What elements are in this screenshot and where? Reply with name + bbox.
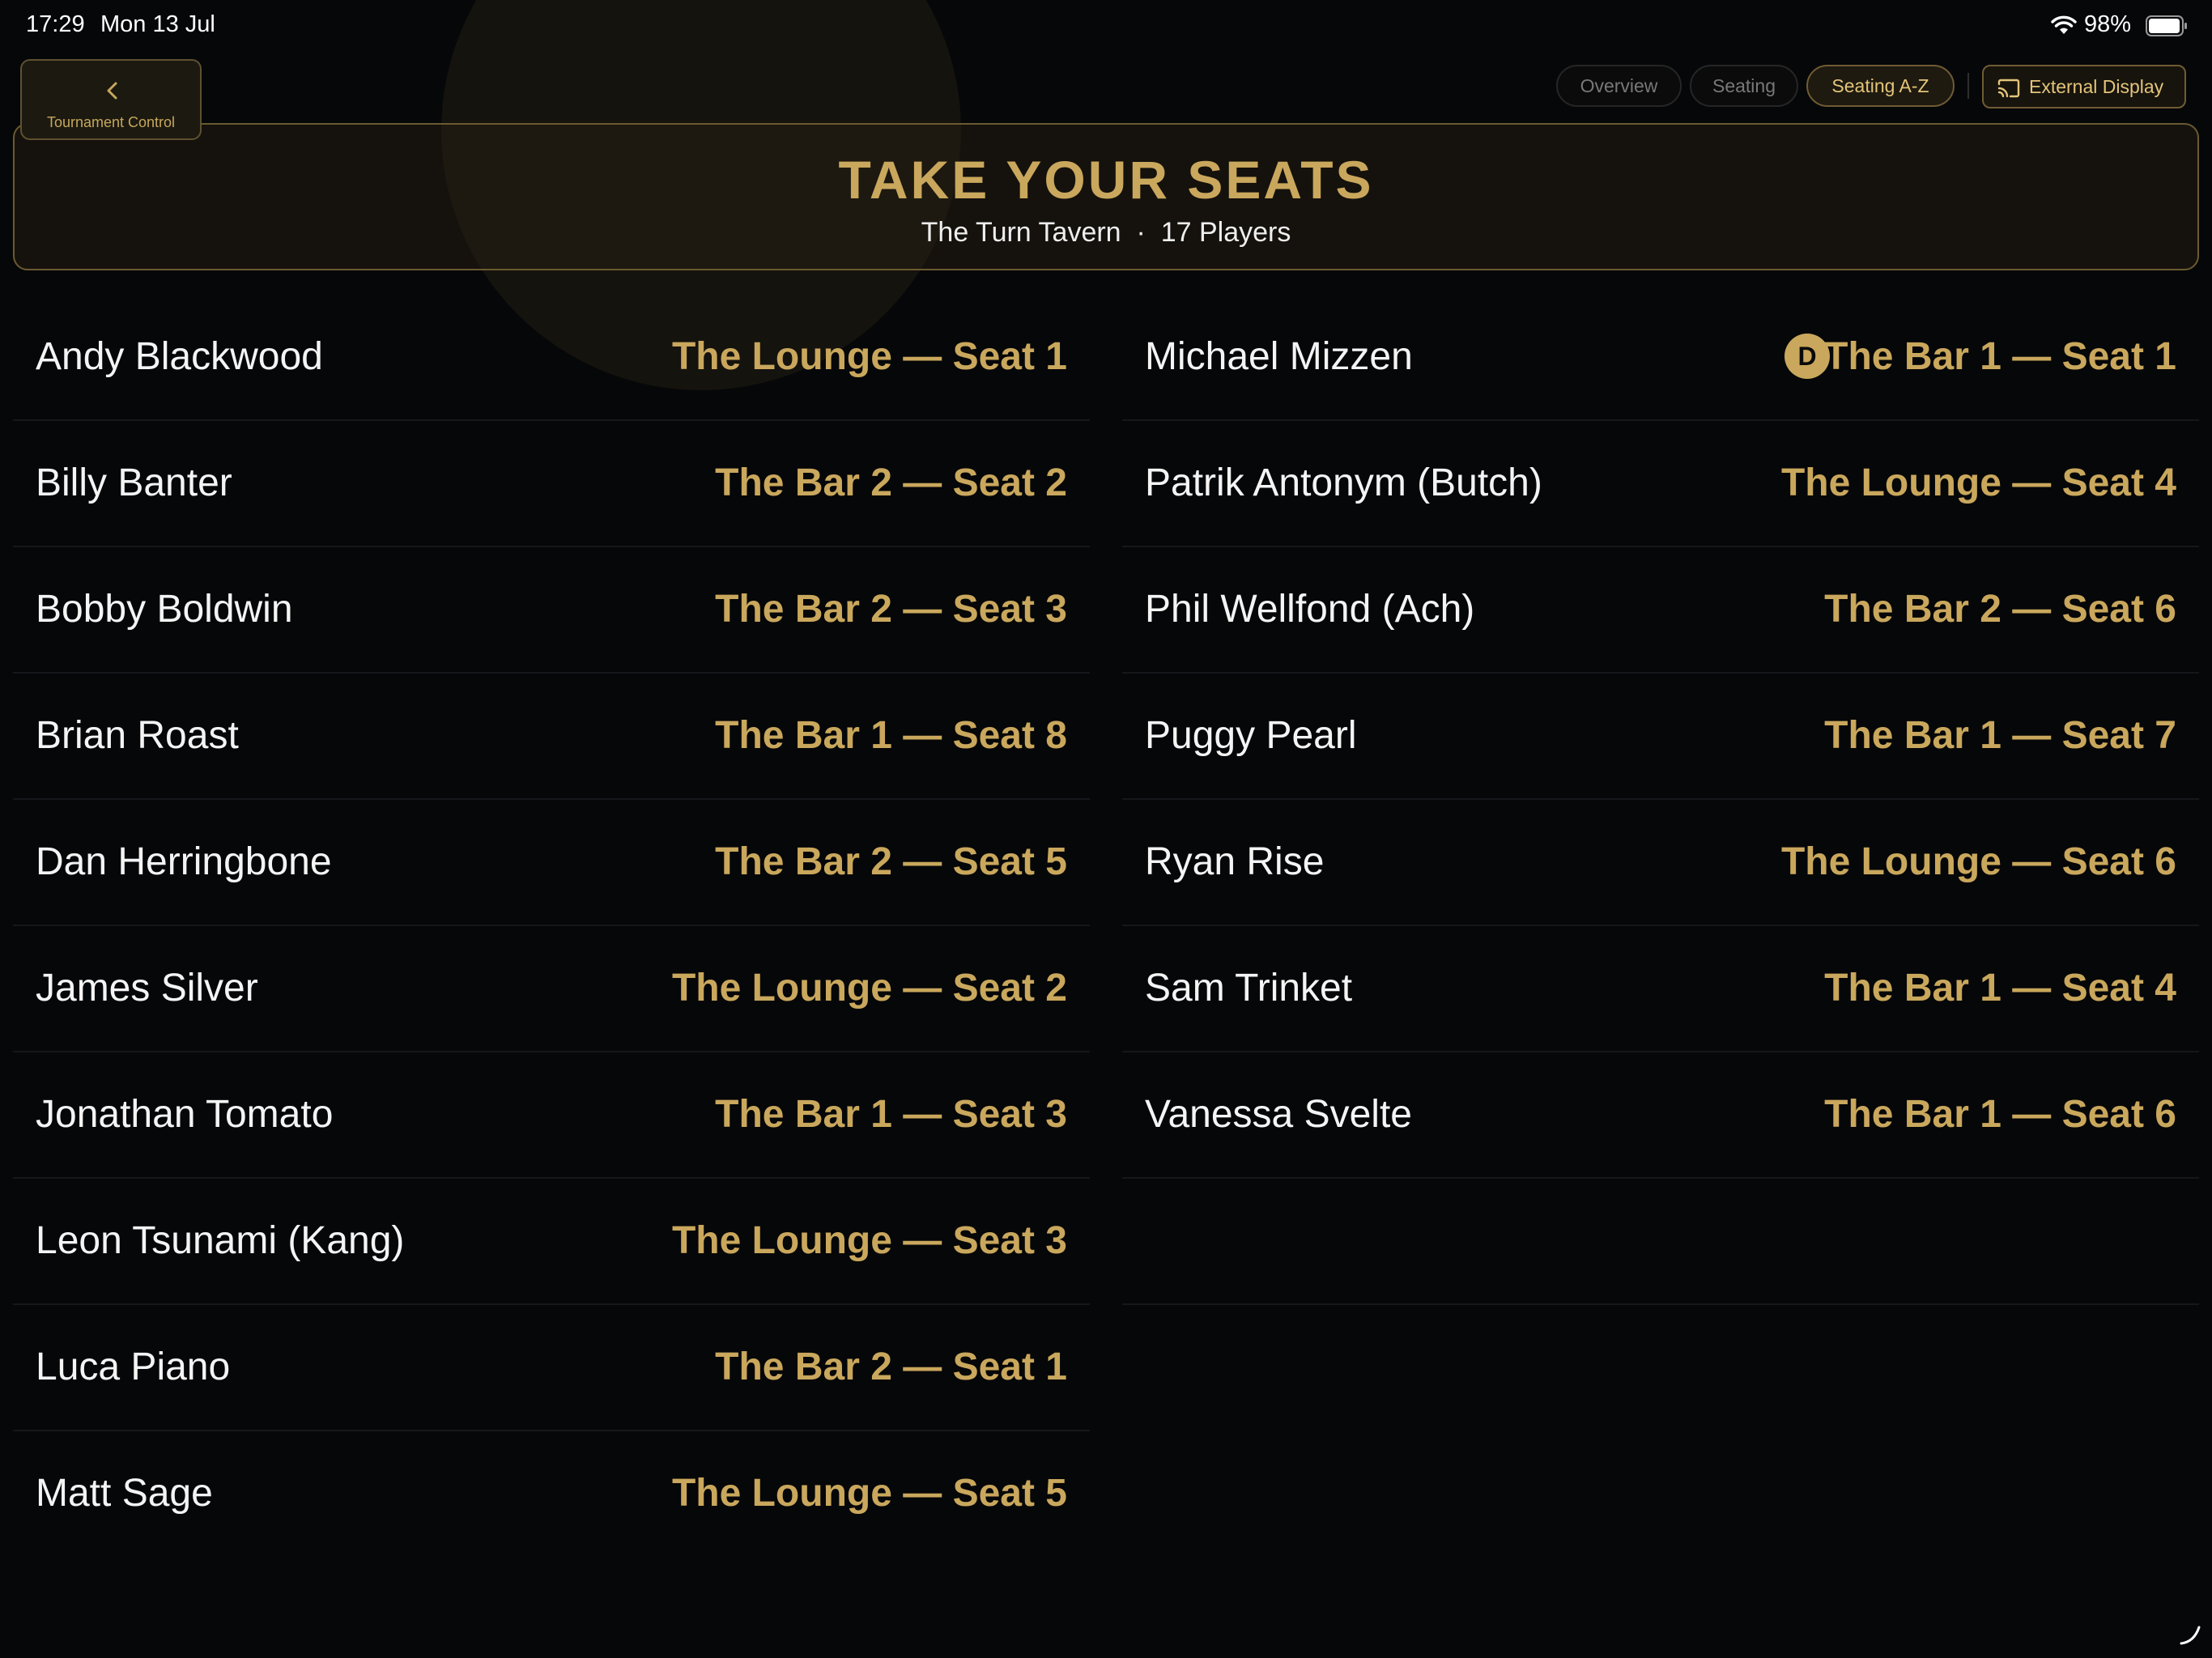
player-row: Puggy Pearl The Bar 1 — Seat 7 (1122, 674, 2199, 800)
chevron-left-icon (107, 82, 117, 100)
player-row: Vanessa Svelte The Bar 1 — Seat 6 (1122, 1052, 2199, 1179)
player-row: Dan Herringbone The Bar 2 — Seat 5 (13, 800, 1090, 926)
seat-assignment: The Bar 1 — Seat 6 (1824, 1093, 2176, 1136)
page-title: TAKE YOUR SEATS (838, 150, 1374, 210)
resize-handle-icon (2180, 1626, 2201, 1645)
back-button-label: Tournament Control (46, 114, 176, 130)
player-row: Phil Wellfond (Ach) The Bar 2 — Seat 6 (1122, 547, 2199, 674)
status-date: Mon 13 Jul (100, 11, 215, 37)
player-row: Bobby Boldwin The Bar 2 — Seat 3 (13, 547, 1090, 674)
player-name: Sam Trinket (1145, 967, 1353, 1010)
player-name: Brian Roast (36, 714, 239, 757)
seat-assignment: The Lounge — Seat 6 (1780, 840, 2176, 883)
player-name: Billy Banter (36, 461, 232, 504)
player-name: Michael Mizzen (1145, 335, 1413, 378)
player-row: Sam Trinket The Bar 1 — Seat 4 (1122, 926, 2199, 1052)
venue-player-count: The Turn Tavern · 17 Players (921, 217, 1291, 248)
player-name: Vanessa Svelte (1145, 1093, 1412, 1136)
external-display-label: External Display (2029, 76, 2164, 97)
seat-assignment: The Bar 1 — Seat 1 (1824, 335, 2176, 378)
player-row: Andy Blackwood The Lounge — Seat 1 (13, 295, 1090, 421)
player-name: Phil Wellfond (Ach) (1145, 588, 1475, 631)
tab-seating-a-z[interactable]: Seating A-Z (1806, 65, 1955, 107)
seat-assignment: The Bar 1 — Seat 8 (715, 714, 1067, 757)
seating-az-screen: 17:29 Mon 13 Jul 98% Tournament Control … (0, 0, 2212, 1658)
toolbar-divider (1967, 73, 1969, 99)
player-row: Billy Banter The Bar 2 — Seat 2 (13, 421, 1090, 547)
back-button[interactable]: Tournament Control (20, 59, 202, 140)
empty-row (1122, 1179, 2199, 1305)
seating-list-right: Michael Mizzen D The Bar 1 — Seat 1 Patr… (1122, 295, 2199, 1305)
player-row: Michael Mizzen D The Bar 1 — Seat 1 (1122, 295, 2199, 421)
external-display-button[interactable]: External Display (1982, 65, 2186, 108)
cast-icon (1997, 79, 2020, 98)
player-name: Dan Herringbone (36, 840, 332, 883)
seat-assignment: The Lounge — Seat 4 (1780, 461, 2176, 504)
seat-assignment: The Bar 2 — Seat 2 (715, 461, 1067, 504)
seat-assignment: The Bar 2 — Seat 3 (715, 588, 1067, 631)
seat-assignment: The Lounge — Seat 5 (671, 1472, 1067, 1515)
player-row: Jonathan Tomato The Bar 1 — Seat 3 (13, 1052, 1090, 1179)
tab-overview[interactable]: Overview (1556, 65, 1682, 107)
battery-percentage: 98% (2084, 11, 2132, 37)
seat-assignment: The Bar 2 — Seat 1 (715, 1346, 1067, 1388)
seat-assignment: The Lounge — Seat 2 (671, 967, 1067, 1010)
player-row: Luca Piano The Bar 2 — Seat 1 (13, 1305, 1090, 1431)
seat-assignment: The Bar 2 — Seat 5 (715, 840, 1067, 883)
seat-assignment: The Bar 1 — Seat 3 (715, 1093, 1067, 1136)
wifi-icon (2051, 15, 2077, 34)
status-bar: 17:29 Mon 13 Jul 98% (0, 0, 2212, 50)
header-banner: TAKE YOUR SEATS The Turn Tavern · 17 Pla… (13, 123, 2199, 270)
player-row: Matt Sage The Lounge — Seat 5 (13, 1431, 1090, 1558)
player-row: Ryan Rise The Lounge — Seat 6 (1122, 800, 2199, 926)
player-row: James Silver The Lounge — Seat 2 (13, 926, 1090, 1052)
seat-assignment: The Lounge — Seat 1 (671, 335, 1067, 378)
seat-assignment: The Bar 1 — Seat 4 (1824, 967, 2176, 1010)
seat-assignment: The Bar 1 — Seat 7 (1824, 714, 2176, 757)
player-name: Luca Piano (36, 1346, 231, 1388)
player-name: Leon Tsunami (Kang) (36, 1219, 405, 1262)
player-row: Patrik Antonym (Butch) The Lounge — Seat… (1122, 421, 2199, 547)
dealer-button-badge: D (1784, 334, 1830, 379)
player-name: Ryan Rise (1145, 840, 1325, 883)
player-name: Matt Sage (36, 1472, 213, 1515)
player-name: Andy Blackwood (36, 335, 323, 378)
player-name: Puggy Pearl (1145, 714, 1357, 757)
tab-seating[interactable]: Seating (1690, 65, 1798, 107)
seat-assignment: The Lounge — Seat 3 (671, 1219, 1067, 1262)
battery-icon (2146, 15, 2187, 36)
seat-assignment: The Bar 2 — Seat 6 (1824, 588, 2176, 631)
player-name: Bobby Boldwin (36, 588, 293, 631)
player-row: Leon Tsunami (Kang) The Lounge — Seat 3 (13, 1179, 1090, 1305)
player-name: Jonathan Tomato (36, 1093, 334, 1136)
seating-list-left: Andy Blackwood The Lounge — Seat 1 Billy… (13, 295, 1090, 1558)
status-time: 17:29 (26, 11, 85, 37)
player-name: Patrik Antonym (Butch) (1145, 461, 1542, 504)
player-row: Brian Roast The Bar 1 — Seat 8 (13, 674, 1090, 800)
player-name: James Silver (36, 967, 258, 1010)
